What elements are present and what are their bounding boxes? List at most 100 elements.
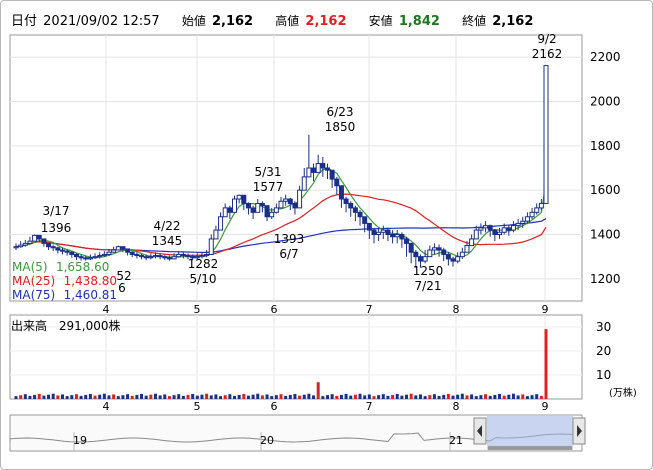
candle-down [436,247,442,251]
volume-bar [65,396,69,399]
candle-up [232,198,238,213]
ma5-legend: MA(5) 1,658.60 [12,260,109,274]
candle-up [473,229,479,240]
candle-up [376,231,382,236]
volume-bar [395,393,399,399]
volume-bar [484,394,488,399]
volume-bar [488,395,492,399]
candle-up [111,249,117,253]
annotation-line-1: 3/17 [43,204,70,218]
annotation-line-2: 2162 [532,47,563,61]
volume-bar [200,394,204,399]
volume-bar [474,396,478,399]
candle-up [538,202,544,209]
month-tick-label: 9 [542,303,549,316]
navigator-month-label: 19 [73,434,87,447]
candle-down [371,229,377,235]
volume-bar [112,394,116,399]
volume-bar [107,395,111,399]
volume-bar [205,393,209,399]
candle-up [459,251,465,258]
volume-bar [442,394,446,399]
candle-down [50,246,56,249]
annotation-line-2: 6/7 [279,247,298,261]
month-tick-label: 8 [453,303,460,316]
volume-bar [451,395,455,399]
volume-bar [446,393,450,399]
volume-bar [84,394,88,399]
ma5-label: MA(5) [12,260,48,274]
stock-chart: 1200 1400 1600 1800 2000 2200 4 4 5 5 6 6 7 7 8 8 9 9 3/… [9,32,621,452]
volume-bar [544,329,548,399]
navigator-scrollbar[interactable] [488,446,572,450]
candle-up [529,211,535,218]
candle-down [69,251,75,255]
candle-down [343,198,349,204]
volume-bar [135,394,139,399]
annotation-partial: 6 [118,281,126,295]
volume-bar [330,394,334,399]
volume-bar [219,396,223,399]
price-tick-label: 1600 [590,183,621,197]
candle-up [148,256,154,259]
volume-bar [418,394,422,399]
volume-bar [228,394,232,399]
candle-down [157,255,163,258]
candle-up [524,216,530,222]
volume-bar [535,394,539,399]
candle-down [441,249,447,255]
volume-bar [400,395,404,399]
volume-bar [130,395,134,399]
volume-bar [460,393,464,399]
volume-bar [186,394,190,399]
ma25-value: 1,438.80 [63,274,118,288]
candle-down [162,256,168,259]
volume-bar [93,395,97,399]
volume-bar [214,394,218,399]
candle-down [73,253,79,258]
volume-bar [358,393,362,399]
candle-down [292,202,298,209]
volume-bar [386,395,390,399]
candle-up [101,253,107,257]
candle-up [27,240,33,244]
annotation-line-2: 1850 [325,120,356,134]
candle-down [129,251,135,255]
month-tick-label: 4 [103,303,110,316]
candle-up [534,207,540,213]
volume-bar [502,395,506,399]
candle-down [408,242,414,253]
candle-down [166,257,172,260]
volume-bar [163,394,167,399]
candle-down [259,202,265,207]
volume-bar [298,395,302,399]
month-tick-label: 6 [271,303,278,316]
candle-down [143,256,149,259]
candle-up [222,207,228,218]
volume-bar [349,395,353,399]
volume-bar [414,395,418,399]
candle-up [301,176,307,191]
candle-down [36,234,42,240]
volume-bar [37,393,41,399]
price-tick-label: 1800 [590,139,621,153]
volume-bar [428,395,432,399]
volume-bar [177,394,181,399]
volume-month-tick-label: 4 [103,400,110,413]
candle-down [41,238,47,244]
candle-up [32,234,38,242]
volume-bar [246,395,250,399]
volume-bar [498,393,502,399]
candle-down [404,238,410,244]
candle-down [64,250,70,253]
volume-bar [153,393,157,399]
volume-bar [149,394,153,399]
volume-bar [274,395,278,399]
candle-down [338,185,344,200]
candle-up [497,231,503,236]
month-tick-label: 5 [194,303,201,316]
candle-down [413,251,419,258]
volume-bar [126,394,130,399]
volume-bar [279,394,283,399]
candle-up [255,202,261,213]
